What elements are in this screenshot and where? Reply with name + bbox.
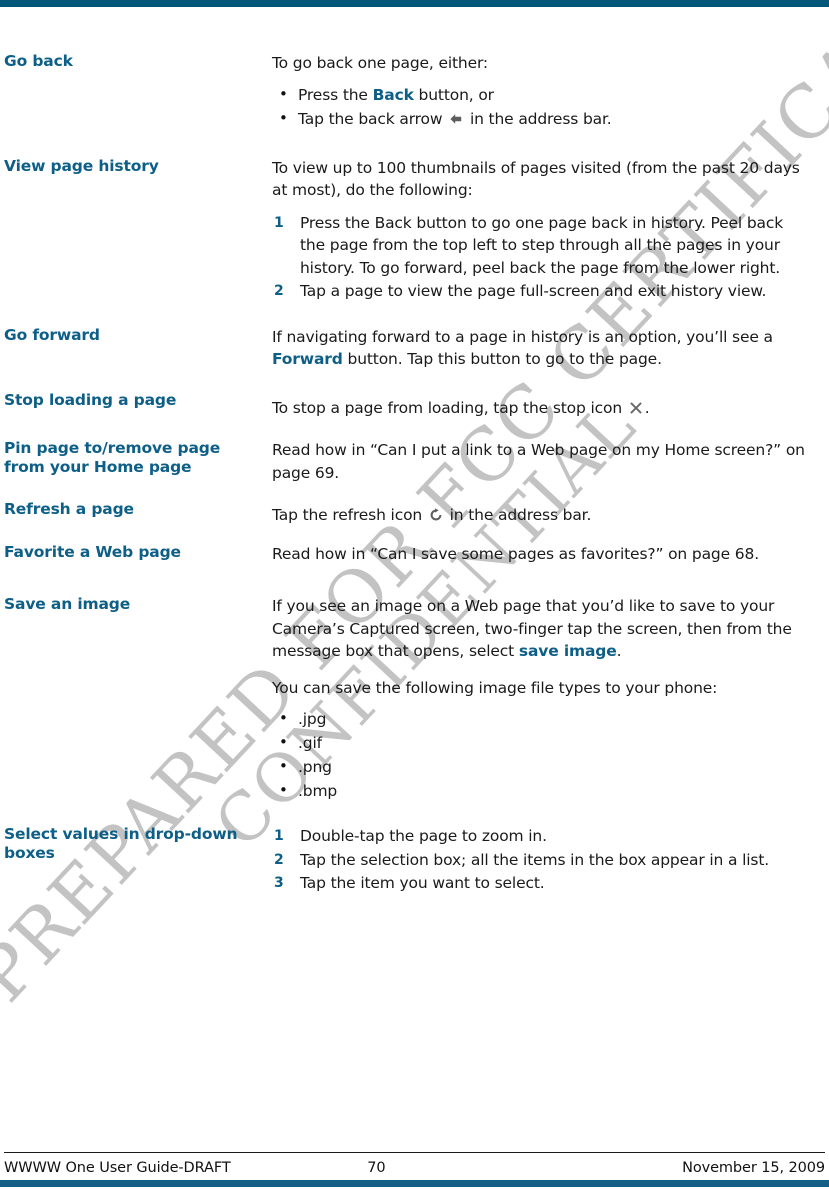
row-description-cell: Read how in “Can I put a link to a Web p… bbox=[272, 439, 829, 484]
bullet-list: Press the Back button, or Tap the back a… bbox=[272, 82, 809, 131]
footer-document-title: WWWW One User Guide-DRAFT bbox=[4, 1160, 231, 1176]
paragraph-post: in the address bar. bbox=[444, 506, 592, 524]
row-term-cell: Favorite a Web page bbox=[0, 543, 272, 562]
page-bottom-rule bbox=[0, 1180, 829, 1187]
paragraph: Tap the refresh icon in the address bar. bbox=[272, 504, 809, 527]
numbered-list: Press the Back button to go one page bac… bbox=[272, 212, 809, 303]
row-description-cell: Double-tap the page to zoom in. Tap the … bbox=[272, 825, 829, 896]
numbered-list: Double-tap the page to zoom in. Tap the … bbox=[272, 825, 809, 895]
table-row: Favorite a Web page Read how in “Can I s… bbox=[0, 543, 829, 566]
paragraph: You can save the following image file ty… bbox=[272, 678, 718, 697]
keyword-forward: Forward bbox=[272, 350, 343, 368]
row-description-cell: Tap the refresh icon in the address bar. bbox=[272, 500, 829, 527]
row-description-cell: To go back one page, either: Press the B… bbox=[272, 52, 829, 131]
back-arrow-icon bbox=[449, 112, 463, 126]
bullet-text-post: in the address bar. bbox=[465, 109, 612, 128]
table-row: Select values in drop-down boxes Double-… bbox=[0, 825, 829, 896]
page-footer: WWWW One User Guide-DRAFT 70 November 15… bbox=[4, 1160, 825, 1176]
row-description-cell: If navigating forward to a page in histo… bbox=[272, 326, 829, 371]
row-term-cell: View page history bbox=[0, 157, 272, 176]
footer-page-number: 70 bbox=[367, 1160, 386, 1176]
row-term-cell: Refresh a page bbox=[0, 500, 272, 519]
definition-table: Go back To go back one page, either: Pre… bbox=[0, 52, 829, 896]
footer-date: November 15, 2009 bbox=[682, 1160, 825, 1176]
list-item: Double-tap the page to zoom in. bbox=[274, 825, 547, 847]
table-row: Stop loading a page To stop a page from … bbox=[0, 391, 829, 420]
paragraph: If navigating forward to a page in histo… bbox=[272, 326, 809, 371]
list-item: .jpg bbox=[272, 706, 809, 731]
row-term-cell: Pin page to/remove page from your Home p… bbox=[0, 439, 272, 477]
row-term-cell: Go forward bbox=[0, 326, 272, 345]
term-save-an-image: Save an image bbox=[4, 595, 131, 613]
row-description-cell: To stop a page from loading, tap the sto… bbox=[272, 391, 829, 420]
row-term-cell: Go back bbox=[0, 52, 272, 71]
paragraph-pre: To stop a page from loading, tap the sto… bbox=[272, 398, 627, 417]
table-row: View page history To view up to 100 thum… bbox=[0, 157, 829, 304]
bullet-text-pre: Press the bbox=[298, 85, 373, 104]
list-item: Tap the item you want to select. bbox=[274, 872, 545, 894]
row-description-cell: If you see an image on a Web page that y… bbox=[272, 595, 829, 803]
list-item: Press the Back button to go one page bac… bbox=[274, 212, 784, 277]
row-term-cell: Select values in drop-down boxes bbox=[0, 825, 272, 863]
term-go-forward: Go forward bbox=[4, 325, 100, 344]
document-page: PREPARED FOR FCC CERTIFICATION CONFIDENT… bbox=[0, 0, 829, 1189]
table-row: Pin page to/remove page from your Home p… bbox=[0, 439, 829, 484]
row-description-cell: Read how in “Can I save some pages as fa… bbox=[272, 543, 829, 566]
row-term-cell: Save an image bbox=[0, 595, 272, 614]
row-term-cell: Stop loading a page bbox=[0, 391, 272, 410]
stop-x-icon bbox=[629, 401, 643, 415]
footer-divider bbox=[4, 1152, 825, 1153]
table-row: Save an image If you see an image on a W… bbox=[0, 595, 829, 803]
term-favorite-a-web-page: Favorite a Web page bbox=[4, 542, 181, 561]
list-item: Tap the selection box; all the items in … bbox=[274, 849, 770, 871]
file-type-list: .jpg .gif .png .bmp bbox=[272, 706, 809, 803]
term-select-values-in-drop-down-boxes: Select values in drop-down boxes bbox=[4, 825, 238, 862]
term-view-page-history: View page history bbox=[4, 156, 159, 175]
paragraph: To view up to 100 thumbnails of pages vi… bbox=[272, 158, 800, 200]
paragraph: Read how in “Can I save some pages as fa… bbox=[272, 544, 759, 563]
list-item: .bmp bbox=[272, 778, 809, 803]
paragraph: To stop a page from loading, tap the sto… bbox=[272, 397, 809, 420]
page-top-rule bbox=[0, 0, 829, 7]
bullet-text-pre: Tap the back arrow bbox=[298, 109, 448, 128]
term-stop-loading-a-page: Stop loading a page bbox=[4, 390, 177, 409]
row-description-cell: To view up to 100 thumbnails of pages vi… bbox=[272, 157, 829, 304]
keyword-save-image: save image bbox=[518, 642, 617, 660]
paragraph-post: button. Tap this button to go to the pag… bbox=[342, 350, 663, 368]
table-row: Go back To go back one page, either: Pre… bbox=[0, 52, 829, 131]
paragraph-post: . bbox=[644, 398, 650, 417]
paragraph-post: . bbox=[616, 642, 622, 660]
table-row: Go forward If navigating forward to a pa… bbox=[0, 326, 829, 371]
paragraph: To go back one page, either: bbox=[272, 54, 488, 72]
list-item: .png bbox=[272, 754, 809, 779]
term-refresh-a-page: Refresh a page bbox=[4, 500, 134, 518]
list-item: Tap a page to view the page full-screen … bbox=[274, 280, 767, 302]
paragraph: If you see an image on a Web page that y… bbox=[272, 595, 809, 663]
term-pin-page: Pin page to/remove page from your Home p… bbox=[4, 439, 221, 476]
paragraph-pre: Tap the refresh icon bbox=[272, 506, 427, 524]
term-go-back: Go back bbox=[4, 52, 73, 70]
table-row: Refresh a page Tap the refresh icon in t… bbox=[0, 500, 829, 527]
bullet-text-post: button, or bbox=[413, 85, 495, 104]
paragraph-pre: If navigating forward to a page in histo… bbox=[272, 327, 773, 346]
list-item: Press the Back button, or bbox=[272, 82, 809, 107]
list-item: Tap the back arrow in the address bar. bbox=[272, 106, 809, 131]
refresh-icon bbox=[429, 508, 443, 522]
keyword-back: Back bbox=[372, 85, 414, 104]
list-item: .gif bbox=[272, 730, 809, 755]
paragraph: Read how in “Can I put a link to a Web p… bbox=[272, 441, 805, 482]
